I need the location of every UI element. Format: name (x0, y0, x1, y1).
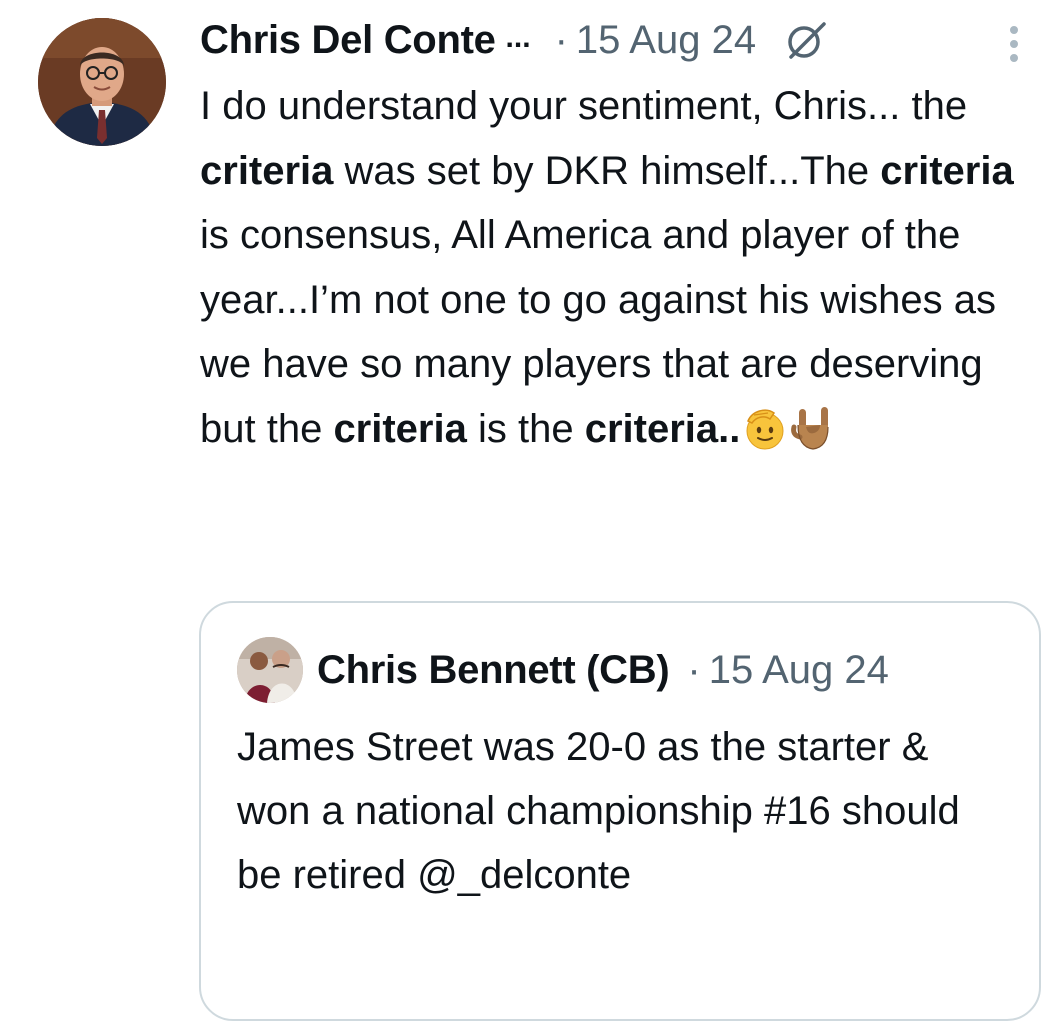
sign-of-the-horns-emoji (790, 405, 836, 451)
quoted-tweet-card[interactable]: Chris Bennett (CB) · 15 Aug 24 James Str… (199, 601, 1041, 1021)
author-name[interactable]: Chris Del Conte (200, 18, 496, 63)
saluting-face-emoji (742, 405, 788, 451)
quoted-author-name[interactable]: Chris Bennett (CB) (317, 648, 670, 693)
tweet-text-bold: criteria (333, 406, 467, 451)
tweet-text-bold: criteria (880, 148, 1014, 193)
quoted-author-avatar[interactable] (237, 637, 303, 703)
tweet-text-bold: criteria (200, 148, 334, 193)
header-separator: · (554, 17, 568, 62)
quoted-tweet-header: Chris Bennett (CB) · 15 Aug 24 (317, 643, 889, 697)
grok-icon[interactable] (784, 18, 828, 62)
quoted-header-separator: · (687, 647, 701, 692)
tweet-body: I do understand your sentiment, Chris...… (200, 74, 1040, 461)
quoted-tweet-text: James Street was 20-0 as the starter & w… (237, 725, 960, 897)
tweet-header: Chris Del Conte ... · 15 Aug 24 (200, 12, 828, 68)
tweet-timestamp[interactable]: 15 Aug 24 (576, 18, 756, 63)
author-avatar[interactable] (38, 18, 166, 146)
tweet-text-run: was set by DKR himself...The (333, 148, 881, 193)
tweet-text-bold: criteria (584, 406, 719, 451)
quoted-author-avatar-image (237, 637, 303, 703)
more-vertical-icon[interactable] (1000, 20, 1028, 68)
tweet-text-run: is the (466, 406, 585, 451)
tweet: Chris Del Conte ... · 15 Aug 24 I do und… (0, 0, 1047, 1021)
quoted-tweet-timestamp[interactable]: 15 Aug 24 (709, 648, 889, 693)
name-truncation: ... (505, 21, 531, 54)
author-avatar-image (38, 18, 166, 146)
tweet-text-bold: .. (718, 406, 741, 451)
tweet-text-run: I do understand your sentiment, Chris...… (200, 84, 968, 128)
